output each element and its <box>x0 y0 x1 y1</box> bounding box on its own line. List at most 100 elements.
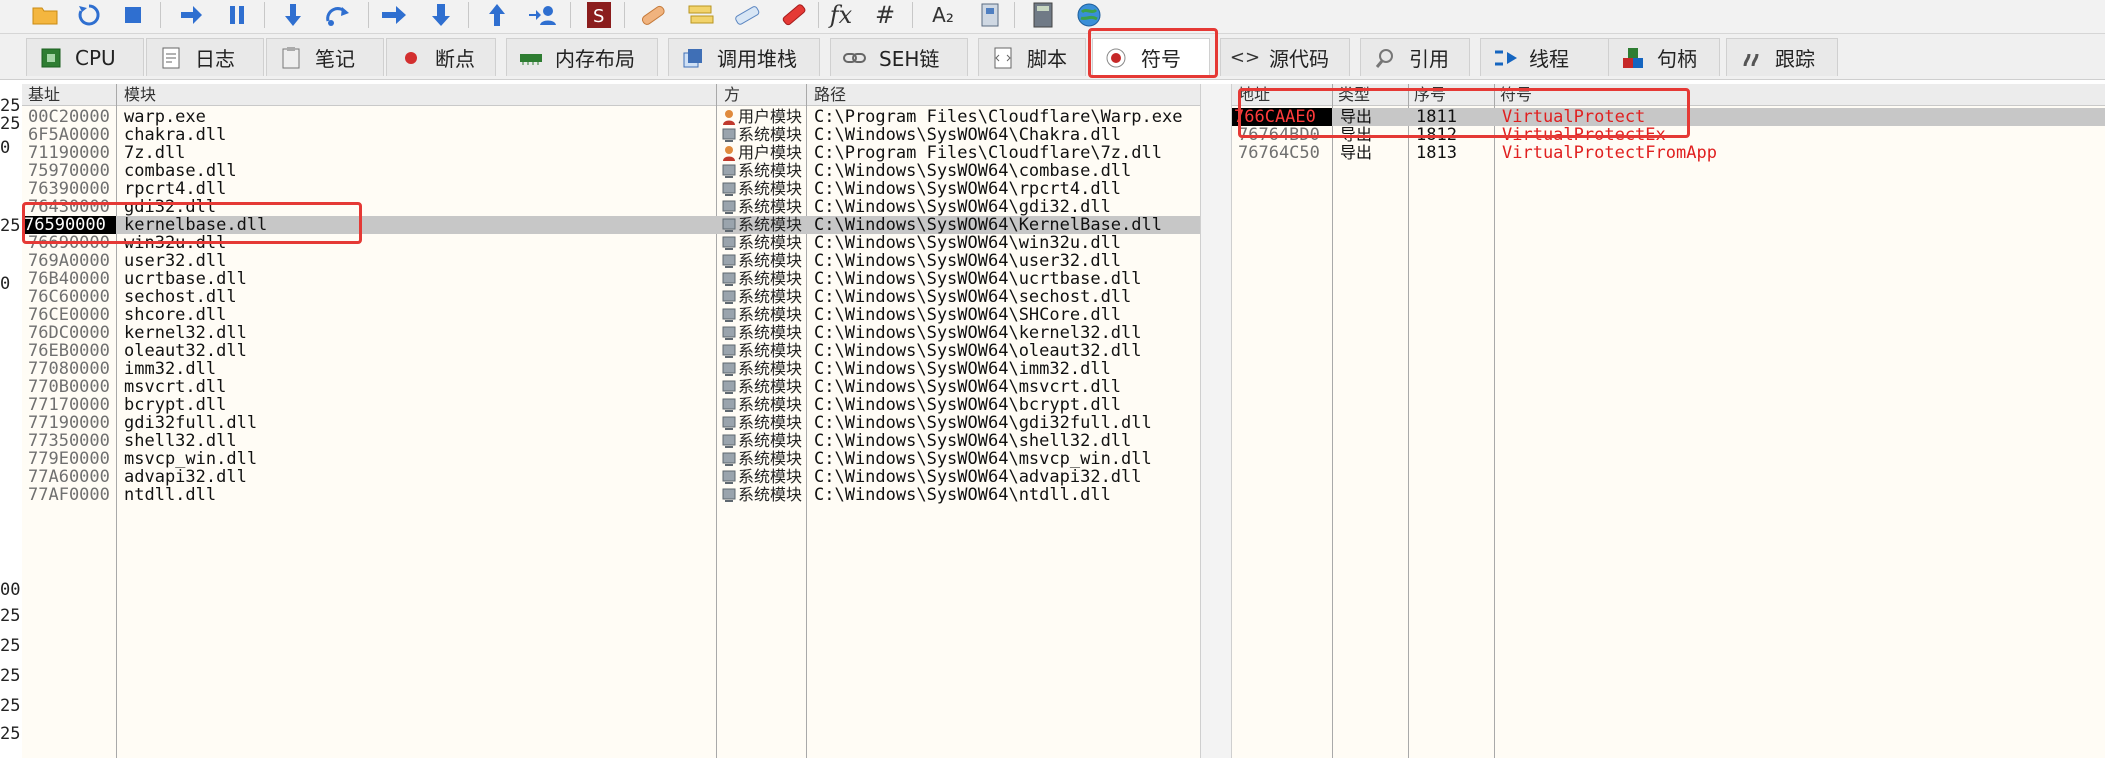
module-party: 系统模块 <box>718 360 806 378</box>
module-row[interactable]: 76390000 rpcrt4.dll 系统模块 C:\Windows\SysWOW6… <box>22 180 1200 198</box>
header-ordinal[interactable]: 序号 <box>1408 84 1494 106</box>
tab-label: CPU <box>75 45 116 70</box>
patch-icon[interactable] <box>636 0 670 30</box>
module-row[interactable]: 77A60000 advapi32.dll 系统模块 C:\Windows\SysWO… <box>22 468 1200 486</box>
module-name: gdi32full.dll <box>124 414 258 432</box>
modules-pane: 基址 模块 方 路径 00C20000 warp.exe 用户模块 C:\Progra… <box>22 84 1200 758</box>
header-party[interactable]: 方 <box>718 84 808 106</box>
tab-log[interactable]: 日志 <box>146 38 264 76</box>
system-module-icon <box>722 271 736 287</box>
module-row[interactable]: 779E0000 msvcp_win.dll 系统模块 C:\Windows\SysW… <box>22 450 1200 468</box>
module-row[interactable]: 77350000 shell32.dll 系统模块 C:\Windows\SysWOW… <box>22 432 1200 450</box>
tab-handles[interactable]: 句柄 <box>1608 38 1720 76</box>
module-party-label: 系统模块 <box>738 432 803 450</box>
module-row[interactable]: 77170000 bcrypt.dll 系统模块 C:\Windows\SysWOW6… <box>22 396 1200 414</box>
run-icon[interactable] <box>174 0 208 30</box>
tab-source[interactable]: <> 源代码 <box>1220 38 1350 76</box>
module-row[interactable]: 76CE0000 shcore.dll 系统模块 C:\Windows\SysWOW6… <box>22 306 1200 324</box>
scylla-icon[interactable]: S <box>582 0 616 30</box>
tab-threads[interactable]: 线程 <box>1480 38 1610 76</box>
symbol-row[interactable]: 76764BD0 导出 1812 VirtualProtectEx <box>1232 126 2105 144</box>
stop-icon[interactable] <box>116 0 150 30</box>
column-divider[interactable] <box>1494 84 1495 758</box>
tab-cpu[interactable]: CPU <box>26 38 144 76</box>
tab-trace[interactable]: 跟踪 <box>1726 38 1838 76</box>
module-row[interactable]: 76590000 kernelbase.dll 系统模块 C:\Windows\Sys… <box>22 216 1200 234</box>
run-to-user-code-icon[interactable] <box>526 0 560 30</box>
module-path: C:\Windows\SysWOW64\gdi32full.dll <box>814 414 1152 432</box>
step-over-icon[interactable] <box>322 0 356 30</box>
bookmark-icon[interactable] <box>776 0 810 30</box>
module-row[interactable]: 769A0000 user32.dll 系统模块 C:\Windows\SysWOW6… <box>22 252 1200 270</box>
tab-memory-map[interactable]: 内存布局 <box>506 38 658 76</box>
header-base[interactable]: 基址 <box>22 84 116 106</box>
gutter-label: 25 <box>0 606 21 626</box>
tab-seh-chain[interactable]: SEH链 <box>830 38 968 76</box>
module-path: C:\Windows\SysWOW64\combase.dll <box>814 162 1132 180</box>
column-divider[interactable] <box>1332 84 1333 758</box>
module-base-address: 76CE0000 <box>28 306 110 324</box>
comment-icon[interactable] <box>684 0 718 30</box>
font-icon[interactable]: A₂ <box>926 0 960 30</box>
header-path[interactable]: 路径 <box>808 84 1198 106</box>
module-row[interactable]: 76EB0000 oleaut32.dll 系统模块 C:\Windows\SysWO… <box>22 342 1200 360</box>
header-address[interactable]: 地址 <box>1232 84 1332 106</box>
step-into-alt-icon[interactable] <box>424 0 458 30</box>
restart-icon[interactable] <box>72 0 106 30</box>
module-row[interactable]: 770B0000 msvcrt.dll 系统模块 C:\Windows\SysWOW6… <box>22 378 1200 396</box>
module-row[interactable]: 6F5A0000 chakra.dll 系统模块 C:\Windows\SysWOW6… <box>22 126 1200 144</box>
system-module-icon <box>722 379 736 395</box>
hash-icon[interactable]: # <box>868 0 902 30</box>
module-row[interactable]: 00C20000 warp.exe 用户模块 C:\Program Files\Clo… <box>22 108 1200 126</box>
calculator-icon[interactable] <box>1026 0 1060 30</box>
tab-breakpoints[interactable]: 断点 <box>386 38 496 76</box>
module-row[interactable]: 76430000 gdi32.dll 系统模块 C:\Windows\SysWOW64… <box>22 198 1200 216</box>
step-into-icon[interactable] <box>276 0 310 30</box>
system-module-icon <box>722 307 736 323</box>
references-icon <box>1371 44 1399 72</box>
module-row[interactable]: 77080000 imm32.dll 系统模块 C:\Windows\SysWOW64… <box>22 360 1200 378</box>
module-name: gdi32.dll <box>124 198 217 216</box>
module-row[interactable]: 76690000 win32u.dll 系统模块 C:\Windows\SysWOW6… <box>22 234 1200 252</box>
module-row[interactable]: 76DC0000 kernel32.dll 系统模块 C:\Windows\SysWO… <box>22 324 1200 342</box>
module-party-label: 系统模块 <box>738 360 803 378</box>
tab-label: 笔记 <box>315 47 355 71</box>
module-row[interactable]: 77AF0000 ntdll.dll 系统模块 C:\Windows\SysWOW64… <box>22 486 1200 504</box>
module-row[interactable]: 71190000 7z.dll 用户模块 C:\Program Files\Cloud… <box>22 144 1200 162</box>
symbol-row[interactable]: 76764C50 导出 1813 VirtualProtectFromApp <box>1232 144 2105 162</box>
open-folder-icon[interactable] <box>28 0 62 30</box>
run-to-user-icon[interactable] <box>378 0 412 30</box>
column-divider[interactable] <box>1408 84 1409 758</box>
globe-icon[interactable] <box>1072 0 1106 30</box>
system-module-icon <box>722 469 736 485</box>
pause-icon[interactable] <box>220 0 254 30</box>
module-row[interactable]: 76B40000 ucrtbase.dll 系统模块 C:\Windows\SysWO… <box>22 270 1200 288</box>
module-path: C:\Windows\SysWOW64\msvcrt.dll <box>814 378 1122 396</box>
label-icon[interactable] <box>730 0 764 30</box>
tab-notes[interactable]: 笔记 <box>266 38 384 76</box>
module-row[interactable]: 77190000 gdi32full.dll 系统模块 C:\Windows\SysW… <box>22 414 1200 432</box>
pane-splitter[interactable] <box>1200 84 1232 758</box>
symbol-name: VirtualProtect <box>1502 108 1646 126</box>
header-symbol[interactable]: 符号 <box>1494 84 2094 106</box>
symbols-header: 地址 类型 序号 符号 <box>1232 84 2105 106</box>
module-row[interactable]: 76C60000 sechost.dll 系统模块 C:\Windows\SysWOW… <box>22 288 1200 306</box>
execute-till-return-icon[interactable] <box>480 0 514 30</box>
module-party: 系统模块 <box>718 234 806 252</box>
header-module[interactable]: 模块 <box>118 84 738 106</box>
memory-icon[interactable] <box>974 0 1008 30</box>
tab-call-stack[interactable]: 调用堆栈 <box>668 38 820 76</box>
module-base-address: 77A60000 <box>28 468 110 486</box>
tab-symbols[interactable]: 符号 <box>1092 38 1210 76</box>
module-party: 系统模块 <box>718 126 806 144</box>
module-row[interactable]: 75970000 combase.dll 系统模块 C:\Windows\SysWOW… <box>22 162 1200 180</box>
module-party: 系统模块 <box>718 468 806 486</box>
tab-label: 断点 <box>435 47 475 71</box>
function-icon[interactable]: fx <box>824 0 858 30</box>
tab-references[interactable]: 引用 <box>1360 38 1470 76</box>
tab-script[interactable]: 脚本 <box>978 38 1086 76</box>
header-type[interactable]: 类型 <box>1332 84 1406 106</box>
symbol-row[interactable]: 766CAAE0 导出 1811 VirtualProtect <box>1232 108 2105 126</box>
module-path: C:\Windows\SysWOW64\ucrtbase.dll <box>814 270 1142 288</box>
system-module-icon <box>722 415 736 431</box>
